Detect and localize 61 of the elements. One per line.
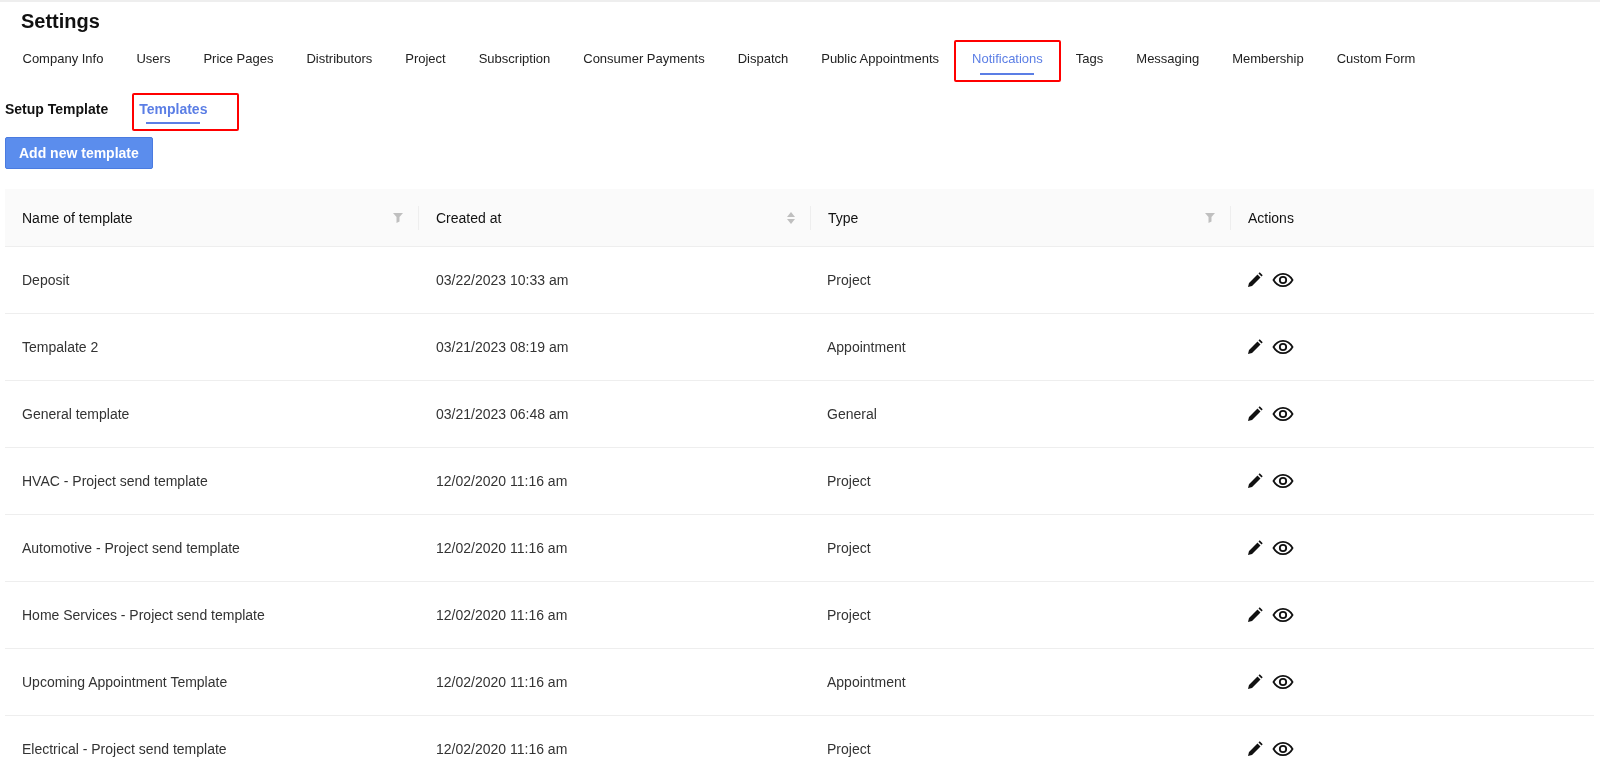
pencil-icon[interactable]	[1247, 272, 1263, 288]
column-header: Created at	[436, 209, 502, 226]
pencil-icon[interactable]	[1247, 339, 1263, 355]
template-tab[interactable]: Templates	[139, 97, 208, 127]
template-name: Automotive - Project send template	[22, 540, 240, 556]
template-name: Upcoming Appointment Template	[22, 674, 228, 690]
template-name: Deposit	[22, 272, 70, 288]
created-date: 12/02/2020 11:16 am	[436, 674, 568, 690]
pencil-icon[interactable]	[1247, 406, 1263, 422]
settings-tab[interactable]: Membership	[1215, 43, 1321, 78]
template-name: General template	[22, 406, 130, 422]
settings-tab[interactable]: Notifications	[955, 43, 1060, 78]
pencil-icon[interactable]	[1247, 473, 1263, 489]
eye-icon[interactable]	[1272, 473, 1294, 489]
settings-tab[interactable]: Public Appointments	[804, 43, 956, 78]
settings-tab[interactable]: Consumer Payments	[566, 43, 722, 78]
eye-icon[interactable]	[1272, 540, 1294, 556]
template-name: Tempalate 2	[22, 339, 99, 355]
created-date: 03/21/2023 08:19 am	[436, 339, 569, 355]
created-date: 12/02/2020 11:16 am	[436, 540, 568, 556]
template-type: Project	[827, 540, 871, 556]
eye-icon[interactable]	[1272, 272, 1294, 288]
column-header: Type	[828, 209, 859, 226]
settings-tab[interactable]: Dispatch	[721, 43, 805, 78]
eye-icon[interactable]	[1272, 741, 1294, 757]
page-title: Settings	[21, 10, 101, 33]
template-tab[interactable]: Setup Template	[5, 97, 109, 127]
column-header: Name of template	[22, 209, 133, 226]
settings-tab[interactable]: Price Pages	[186, 43, 290, 78]
settings-tab[interactable]: Project	[388, 43, 463, 78]
created-date: 03/21/2023 06:48 am	[436, 406, 569, 422]
template-name: Home Services - Project send template	[22, 607, 265, 623]
pencil-icon[interactable]	[1247, 741, 1263, 757]
settings-tab[interactable]: Distributors	[290, 43, 389, 78]
created-date: 12/02/2020 11:16 am	[436, 473, 568, 489]
eye-icon[interactable]	[1272, 406, 1294, 422]
settings-tab[interactable]: Custom Form	[1320, 43, 1432, 78]
settings-tab[interactable]: Subscription	[462, 43, 567, 78]
settings-tab[interactable]: Messaging	[1119, 43, 1216, 78]
template-type: General	[827, 406, 877, 422]
template-type: Appointment	[827, 339, 906, 355]
pencil-icon[interactable]	[1247, 674, 1263, 690]
column-header: Actions	[1248, 209, 1294, 226]
template-type: Project	[827, 272, 871, 288]
created-date: 12/02/2020 11:16 am	[436, 741, 568, 757]
eye-icon[interactable]	[1272, 607, 1294, 623]
settings-tab[interactable]: Tags	[1059, 43, 1120, 78]
created-date: 03/22/2023 10:33 am	[436, 272, 569, 288]
eye-icon[interactable]	[1272, 339, 1294, 355]
template-name: Electrical - Project send template	[22, 741, 227, 757]
settings-tab[interactable]: Users	[119, 43, 187, 78]
template-type: Project	[827, 473, 871, 489]
eye-icon[interactable]	[1272, 674, 1294, 690]
template-name: HVAC - Project send template	[22, 473, 208, 489]
template-type: Project	[827, 741, 871, 757]
pencil-icon[interactable]	[1247, 540, 1263, 556]
settings-tab[interactable]: Company Info	[6, 43, 120, 78]
template-type: Project	[827, 607, 871, 623]
created-date: 12/02/2020 11:16 am	[436, 607, 568, 623]
pencil-icon[interactable]	[1247, 607, 1263, 623]
template-type: Appointment	[827, 674, 906, 690]
